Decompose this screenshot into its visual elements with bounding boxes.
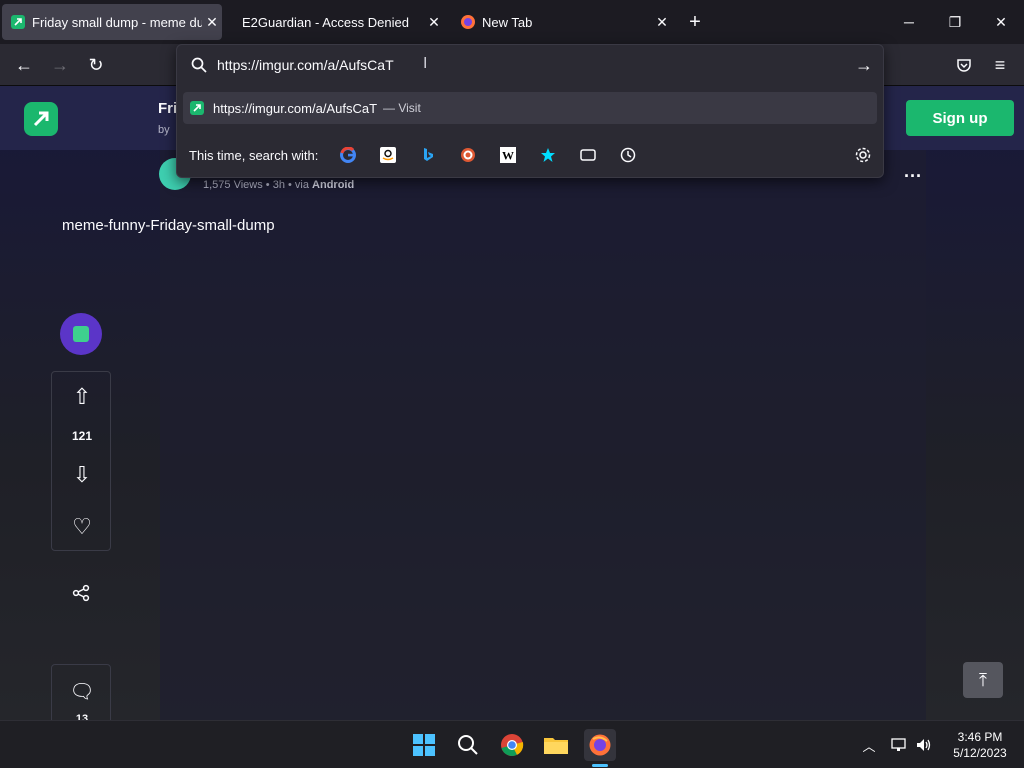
go-arrow-icon[interactable]: → <box>855 55 873 76</box>
close-tab-icon[interactable]: ✕ <box>424 14 444 31</box>
tabs-icon[interactable] <box>568 143 608 167</box>
search-settings-icon[interactable] <box>843 143 883 167</box>
new-tab-button[interactable]: + <box>680 0 710 44</box>
url-input[interactable] <box>217 57 817 73</box>
comments-panel: 🗨 13 <box>51 664 111 720</box>
downvote-icon[interactable]: ⇩ <box>52 462 112 488</box>
minimize-button[interactable]: ─ <box>886 0 932 44</box>
post-source: Android <box>312 179 355 191</box>
windows-start-icon[interactable] <box>408 729 440 761</box>
tab-friday-small-dump[interactable]: Friday small dump - meme dump ✕ <box>2 4 222 40</box>
firefox-icon[interactable] <box>584 729 616 761</box>
post-description: meme-funny-Friday-small-dump <box>62 217 275 234</box>
menu-icon[interactable]: ≡ <box>984 49 1016 81</box>
web-page: Fri by Sign up 1,575 Views • 3h • via An… <box>0 86 1024 720</box>
text-cursor-icon: I <box>423 55 428 72</box>
close-window-button[interactable]: ✕ <box>978 0 1024 44</box>
taskbar: ︿ 3:46 PM 5/12/2023 <box>0 720 1024 768</box>
via-label: via <box>294 179 309 191</box>
history-icon[interactable] <box>608 143 648 167</box>
imgur-icon <box>189 100 205 116</box>
tab-title: E2Guardian - Access Denied <box>242 14 409 30</box>
more-options-icon[interactable]: ··· <box>904 166 922 187</box>
suggestion-url: https://imgur.com/a/AufsCaT <box>213 100 378 116</box>
wikipedia-icon[interactable]: W <box>488 143 528 167</box>
scroll-to-top-button[interactable]: ⤒ <box>963 662 1003 698</box>
svg-text:W: W <box>502 149 514 163</box>
file-explorer-icon[interactable] <box>540 729 572 761</box>
tab-strip: Friday small dump - meme dump ✕ E2Guardi… <box>0 0 1024 44</box>
active-app-indicator <box>592 764 608 767</box>
close-tab-icon[interactable]: ✕ <box>652 14 672 31</box>
clock-date: 5/12/2023 <box>953 746 1007 760</box>
vote-panel: ⇧ 121 ⇩ ♡ <box>51 371 111 551</box>
clock-time: 3:46 PM <box>957 730 1003 744</box>
bing-icon[interactable] <box>408 143 448 167</box>
search-with-label: This time, search with: <box>189 147 319 163</box>
firefox-icon <box>460 14 476 30</box>
post-age: 3h <box>272 179 285 191</box>
tab-e2guardian[interactable]: E2Guardian - Access Denied ✕ <box>224 4 444 40</box>
reload-icon[interactable]: ↻ <box>80 49 112 81</box>
post-author: by <box>158 124 170 136</box>
system-clock[interactable]: 3:46 PM 5/12/2023 <box>940 729 1020 761</box>
amazon-icon[interactable] <box>368 143 408 167</box>
comment-icon[interactable]: 🗨 <box>52 679 112 704</box>
imgur-logo-icon[interactable] <box>24 102 58 136</box>
chrome-icon[interactable] <box>496 729 528 761</box>
url-suggestion-row[interactable]: https://imgur.com/a/AufsCaT — Visit <box>183 92 877 124</box>
one-off-search-row: This time, search with: W <box>177 135 883 175</box>
chevron-up-icon[interactable]: ︿ <box>853 729 885 761</box>
search-icon[interactable] <box>452 729 484 761</box>
vote-count: 121 <box>71 429 93 443</box>
tab-title: Friday small dump - meme dump <box>32 14 202 30</box>
favorite-icon[interactable]: ♡ <box>52 514 112 540</box>
volume-icon[interactable] <box>908 729 940 761</box>
sign-up-button[interactable]: Sign up <box>906 100 1014 136</box>
pocket-icon[interactable] <box>948 49 980 81</box>
tab-new-tab[interactable]: New Tab ✕ <box>452 4 672 40</box>
suggestion-action: — Visit <box>383 101 421 115</box>
views-count: 1,575 Views <box>203 179 263 191</box>
search-icon <box>191 57 207 73</box>
restore-button[interactable]: ❐ <box>932 0 978 44</box>
url-bar-panel: → https://imgur.com/a/AufsCaT — Visit Th… <box>176 44 884 178</box>
close-tab-icon[interactable]: ✕ <box>202 14 222 31</box>
duckduckgo-icon[interactable] <box>448 143 488 167</box>
imgur-icon <box>10 14 26 30</box>
upvote-icon[interactable]: ⇧ <box>52 384 112 410</box>
post-title: Fri <box>158 100 178 117</box>
forward-icon[interactable]: → <box>44 49 76 81</box>
comment-count: 13 <box>75 713 89 720</box>
google-icon[interactable] <box>328 143 368 167</box>
post-meta: 1,575 Views • 3h • via Android <box>203 179 355 191</box>
tab-title: New Tab <box>482 14 533 30</box>
emerald-icon[interactable] <box>60 313 102 355</box>
post-image-area <box>160 150 926 720</box>
url-bar[interactable]: → <box>177 45 883 85</box>
share-icon[interactable] <box>51 582 111 608</box>
back-icon[interactable]: ← <box>8 49 40 81</box>
bookmarks-icon[interactable] <box>528 143 568 167</box>
